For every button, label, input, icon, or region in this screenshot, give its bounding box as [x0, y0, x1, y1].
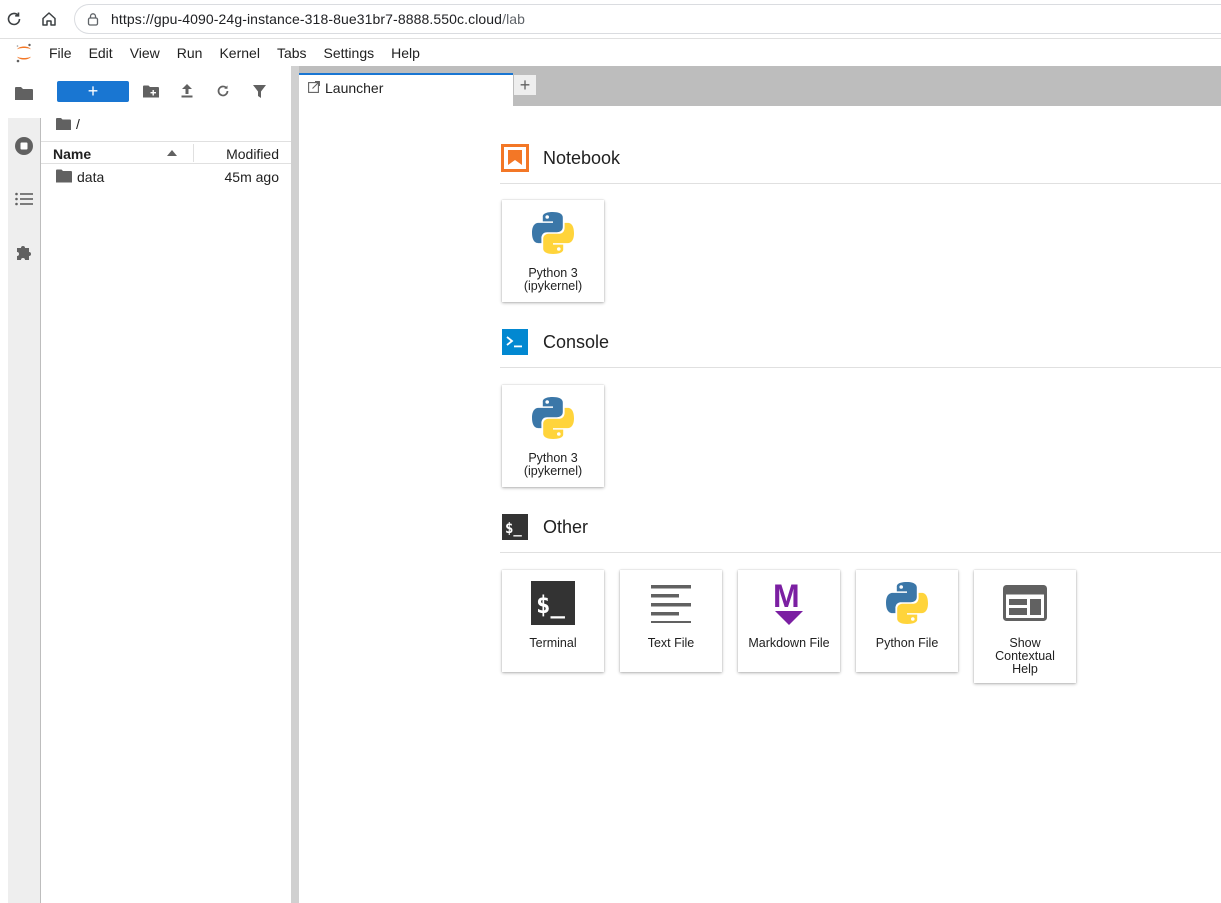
console-section-header: Console [500, 328, 1221, 368]
launcher-tab-icon [308, 81, 320, 93]
terminal-icon: $_ [501, 513, 529, 541]
main-tab-bar: Launcher + [299, 66, 1221, 106]
svg-text:M: M [773, 580, 800, 614]
card-label: Show Contextual Help [976, 637, 1074, 676]
folder-icon[interactable] [14, 83, 34, 103]
text-file-icon [648, 580, 694, 626]
card-label-line: (ipykernel) [523, 279, 583, 293]
notebook-section-header: Notebook [500, 144, 1221, 184]
url-host: https://gpu-4090-24g-instance-318-8ue31b… [111, 11, 503, 27]
column-divider[interactable] [193, 144, 194, 162]
file-list-header: Name Modified [41, 141, 291, 164]
python-icon [530, 210, 576, 256]
card-label: Text File [622, 637, 720, 650]
url-path: /lab [502, 11, 526, 27]
menu-kernel[interactable]: Kernel [210, 39, 267, 67]
folder-icon [56, 169, 72, 183]
card-label-line: Markdown File [748, 636, 830, 650]
jupyter-menubar: File Edit View Run Kernel Tabs Settings … [0, 38, 1221, 66]
markdown-icon: M [766, 580, 812, 626]
breadcrumb[interactable]: / [56, 116, 80, 132]
tab-launcher-label: Launcher [325, 80, 384, 96]
console-python3-card[interactable]: Python 3 (ipykernel) [502, 385, 604, 487]
python-icon [530, 395, 576, 441]
file-browser-toolbar: + [41, 66, 291, 116]
svg-text:$_: $_ [536, 591, 565, 619]
lock-icon[interactable] [85, 11, 101, 27]
panel-splitter[interactable] [291, 66, 299, 903]
card-label-line: Help [1012, 662, 1038, 676]
card-label-line: (ipykernel) [523, 464, 583, 478]
running-kernels-icon[interactable] [14, 136, 34, 156]
menu-run[interactable]: Run [168, 39, 211, 67]
contextual-help-icon [1002, 580, 1048, 626]
activity-sidebar [8, 66, 41, 903]
card-label: Python 3 (ipykernel) [504, 267, 602, 293]
filter-icon[interactable] [249, 82, 269, 100]
card-label: Markdown File [740, 637, 838, 650]
card-label-line: Python File [875, 636, 939, 650]
add-tab-button[interactable]: + [513, 74, 537, 96]
new-launcher-button[interactable]: + [57, 81, 129, 102]
tab-launcher[interactable]: Launcher [299, 73, 513, 106]
breadcrumb-root[interactable]: / [76, 116, 80, 132]
terminal-icon: $_ [530, 580, 576, 626]
terminal-card[interactable]: $_ Terminal [502, 570, 604, 672]
menu-help[interactable]: Help [382, 39, 428, 67]
console-icon [501, 328, 529, 356]
new-folder-icon[interactable] [141, 82, 161, 100]
menu-settings[interactable]: Settings [315, 39, 383, 67]
file-list-item[interactable]: data 45m ago [41, 165, 291, 189]
column-name-header[interactable]: Name [53, 146, 91, 162]
notebook-python3-card[interactable]: Python 3 (ipykernel) [502, 200, 604, 302]
text-file-card[interactable]: Text File [620, 570, 722, 672]
notebook-icon [501, 144, 529, 172]
card-label: Terminal [504, 637, 602, 650]
python-icon [884, 580, 930, 626]
extensions-puzzle-icon[interactable] [14, 242, 34, 262]
svg-text:$_: $_ [505, 521, 522, 537]
address-bar[interactable]: https://gpu-4090-24g-instance-318-8ue31b… [74, 4, 1221, 34]
file-modified: 45m ago [224, 169, 279, 185]
launcher-panel: Notebook Python 3 (ipykernel) Console Pyt… [299, 106, 1221, 903]
menu-file[interactable]: File [40, 39, 80, 67]
notebook-section-title: Notebook [543, 148, 621, 168]
left-edge [0, 66, 8, 903]
card-label-line: Terminal [529, 636, 577, 650]
file-name: data [77, 169, 105, 185]
jupyter-logo-icon [14, 42, 34, 64]
home-icon[interactable] [38, 8, 60, 30]
menu-tabs[interactable]: Tabs [268, 39, 315, 67]
table-of-contents-icon[interactable] [14, 189, 34, 209]
url-text: https://gpu-4090-24g-instance-318-8ue31b… [111, 11, 525, 27]
card-label: Python 3 (ipykernel) [504, 452, 602, 478]
breadcrumb-folder-icon[interactable] [56, 118, 71, 130]
refresh-icon[interactable] [213, 82, 233, 100]
console-section-title: Console [543, 332, 610, 352]
other-section-header: $_ Other [500, 513, 1221, 553]
markdown-file-card[interactable]: M Markdown File [738, 570, 840, 672]
upload-icon[interactable] [177, 82, 197, 100]
card-label: Python File [858, 637, 956, 650]
menu-edit[interactable]: Edit [80, 39, 121, 67]
column-modified-header[interactable]: Modified [226, 146, 279, 162]
menu-view[interactable]: View [121, 39, 168, 67]
other-section-title: Other [543, 517, 589, 537]
sort-ascending-icon[interactable] [167, 150, 177, 156]
reload-icon[interactable] [3, 8, 25, 30]
python-file-card[interactable]: Python File [856, 570, 958, 672]
browser-toolbar: https://gpu-4090-24g-instance-318-8ue31b… [0, 0, 1221, 38]
file-browser-panel: + / Name Modified data 45m ago [41, 66, 291, 903]
contextual-help-card[interactable]: Show Contextual Help [974, 570, 1076, 683]
card-label-line: Text File [647, 636, 695, 650]
